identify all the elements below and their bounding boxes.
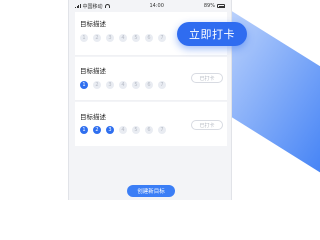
day-dot[interactable]: 7 <box>158 34 166 42</box>
day-dot[interactable]: 2 <box>93 81 101 89</box>
day-dot[interactable]: 7 <box>158 126 166 134</box>
goal-card[interactable]: 目标描述 1 2 3 4 5 6 7 已打卡 <box>75 102 227 146</box>
goal-day-list: 1 2 3 4 5 6 7 <box>80 126 166 134</box>
checkin-now-button[interactable]: 立即打卡 <box>177 22 247 46</box>
day-dot[interactable]: 2 <box>93 34 101 42</box>
checked-in-button[interactable]: 已打卡 <box>191 120 223 130</box>
goal-title: 目标描述 <box>80 113 106 121</box>
goal-day-list: 1 2 3 4 5 6 7 <box>80 34 166 42</box>
goal-title: 目标描述 <box>80 67 106 75</box>
day-dot[interactable]: 4 <box>119 34 127 42</box>
day-dot[interactable]: 6 <box>145 34 153 42</box>
goal-title: 目标描述 <box>80 20 106 28</box>
divider <box>75 100 227 101</box>
carrier-label: 中国移动 <box>82 3 103 10</box>
goal-day-list: 1 2 3 4 5 6 7 <box>80 81 166 89</box>
day-dot[interactable]: 2 <box>93 126 101 134</box>
day-dot[interactable]: 6 <box>145 126 153 134</box>
divider <box>75 55 227 56</box>
signal-icon <box>75 4 81 8</box>
day-dot[interactable]: 3 <box>106 126 114 134</box>
day-dot[interactable]: 5 <box>132 81 140 89</box>
day-dot[interactable]: 5 <box>132 126 140 134</box>
day-dot[interactable]: 1 <box>80 34 88 42</box>
checked-in-button[interactable]: 已打卡 <box>191 73 223 83</box>
day-dot[interactable]: 1 <box>80 81 88 89</box>
day-dot[interactable]: 5 <box>132 34 140 42</box>
goal-card[interactable]: 目标描述 1 2 3 4 5 6 7 已打卡 <box>75 57 227 101</box>
status-bar: 中国移动 14:00 89% <box>69 0 231 12</box>
day-dot[interactable]: 4 <box>119 126 127 134</box>
battery-icon <box>217 4 225 8</box>
create-goal-button[interactable]: 创建新目标 <box>127 185 175 197</box>
day-dot[interactable]: 3 <box>106 81 114 89</box>
day-dot[interactable]: 1 <box>80 126 88 134</box>
day-dot[interactable]: 4 <box>119 81 127 89</box>
day-dot[interactable]: 3 <box>106 34 114 42</box>
day-dot[interactable]: 7 <box>158 81 166 89</box>
clock: 14:00 <box>149 3 164 9</box>
day-dot[interactable]: 6 <box>145 81 153 89</box>
battery-percent: 89% <box>203 3 215 9</box>
wifi-icon <box>104 4 110 8</box>
